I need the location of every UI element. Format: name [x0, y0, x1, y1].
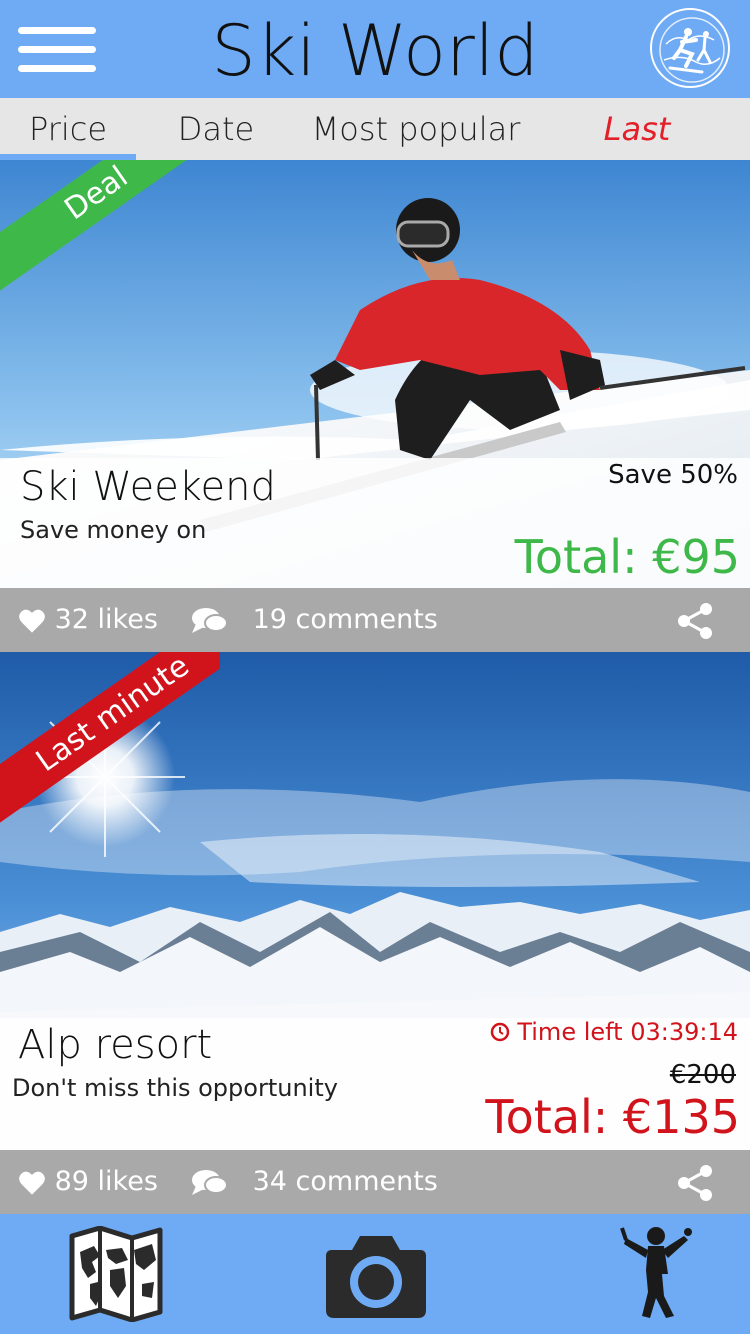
comment-button[interactable]: 19 comments [190, 588, 438, 652]
share-button[interactable] [676, 588, 714, 652]
offer-subtitle: Save money on [20, 516, 207, 544]
share-button[interactable] [676, 1150, 714, 1214]
tab-most-popular[interactable]: Most popular [300, 98, 532, 160]
sort-tabs: Price Date Most popular Last minute [0, 98, 750, 210]
tab-last-minute[interactable]: Last minute [546, 98, 728, 210]
offer-title: Ski Weekend [20, 464, 276, 510]
deal-ribbon: Deal [0, 160, 220, 380]
comments-icon [192, 1169, 228, 1195]
comments-icon [192, 607, 228, 633]
golfer-icon[interactable] [618, 1226, 698, 1322]
offer-card-ski-weekend[interactable]: Deal Ski Weekend Save money on Save 50% … [0, 160, 750, 652]
last-minute-ribbon-label: Last minute [0, 652, 220, 832]
total-price: Total: €135 [485, 1090, 740, 1144]
likes-count: 32 likes [54, 604, 158, 635]
comments-count: 34 comments [252, 1166, 438, 1197]
offer-subtitle: Don't miss this opportunity [12, 1074, 338, 1102]
card-action-bar: 89 likes 34 comments [0, 1150, 750, 1214]
offer-info-panel: Alp resort Don't miss this opportunity T… [0, 1018, 750, 1150]
app-header: Ski World [0, 0, 750, 98]
share-icon [678, 1164, 712, 1201]
offer-card-alp-resort[interactable]: Last minute Alp resort Don't miss this o… [0, 652, 750, 1214]
heart-icon [19, 1171, 45, 1195]
comments-count: 19 comments [252, 604, 438, 635]
card-action-bar: 32 likes 19 comments [0, 588, 750, 652]
old-price: €200 [669, 1060, 736, 1090]
save-badge: Save 50% [608, 460, 738, 490]
deal-ribbon-label: Deal [0, 160, 220, 300]
offer-info-panel: Ski Weekend Save money on Save 50% Total… [0, 458, 750, 588]
map-icon[interactable] [68, 1225, 164, 1323]
like-button[interactable]: 32 likes [18, 588, 158, 652]
tab-price[interactable]: Price [0, 98, 136, 160]
offer-title: Alp resort [18, 1022, 213, 1068]
app-title: Ski World [211, 10, 539, 92]
time-left-text: Time left 03:39:14 [517, 1018, 738, 1046]
likes-count: 89 likes [54, 1166, 158, 1197]
clock-icon [490, 1022, 509, 1042]
camera-icon[interactable] [324, 1226, 428, 1322]
skier-logo-icon[interactable] [650, 8, 730, 88]
bottom-nav [0, 1214, 750, 1334]
total-price: Total: €95 [514, 530, 740, 584]
comment-button[interactable]: 34 comments [190, 1150, 438, 1214]
heart-icon [19, 609, 45, 633]
like-button[interactable]: 89 likes [18, 1150, 158, 1214]
time-left-badge: Time left 03:39:14 [490, 1018, 738, 1046]
tab-date[interactable]: Date [152, 98, 280, 160]
last-minute-ribbon: Last minute [0, 652, 220, 872]
share-icon [678, 602, 712, 639]
